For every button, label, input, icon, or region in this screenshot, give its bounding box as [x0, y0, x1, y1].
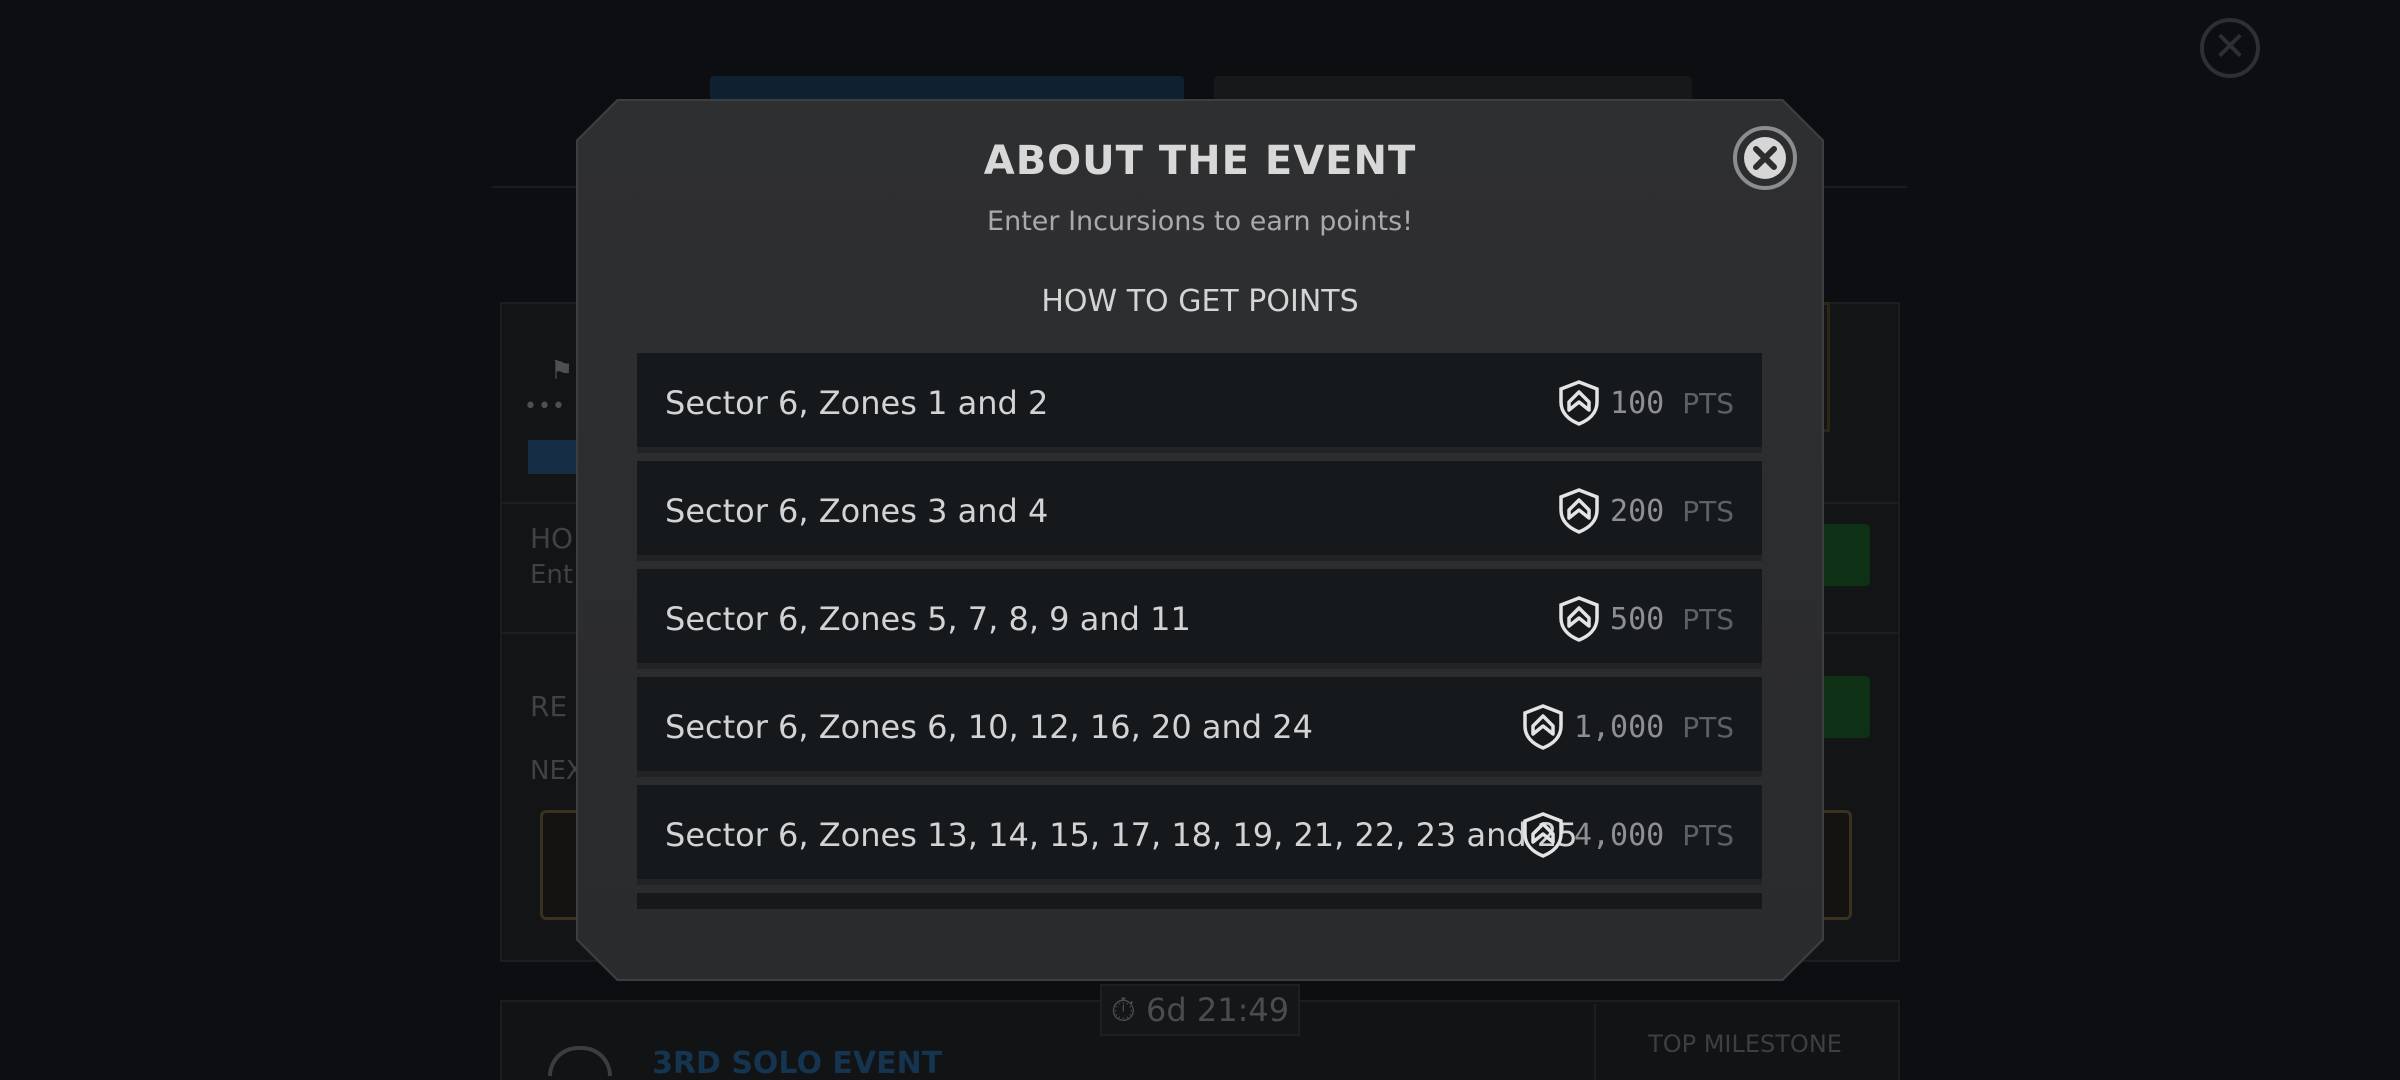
background-reward-left	[540, 810, 580, 920]
points-value: 100 PTS	[1558, 353, 1734, 453]
background-timer: ⏱ 6d 21:49	[1100, 984, 1300, 1036]
background-heading: HO	[530, 522, 574, 555]
points-number: 100	[1610, 385, 1665, 421]
list-item[interactable]: Sector 6, Zones 5, 7, 8, 9 and 11 500 PTS	[637, 569, 1762, 669]
points-suffix: PTS	[1682, 710, 1734, 744]
shield-icon	[1522, 704, 1564, 750]
points-value: 500 PTS	[1558, 569, 1734, 669]
background-rewards-label: RE	[530, 690, 568, 723]
points-number: 500	[1610, 601, 1665, 637]
points-number: 200	[1610, 493, 1665, 529]
timer-value: 6d 21:49	[1146, 991, 1290, 1029]
list-item[interactable]: Sector 6, Zones 1 and 2 100 PTS	[637, 353, 1762, 453]
points-suffix: PTS	[1682, 818, 1734, 852]
points-suffix: PTS	[1682, 602, 1734, 636]
zone-label: Sector 6, Zones 1 and 2	[665, 384, 1049, 422]
section-heading: HOW TO GET POINTS	[1041, 284, 1359, 319]
flag-icon: ⚑	[550, 356, 574, 386]
points-value: 1,000 PTS	[1522, 677, 1734, 777]
modal-subtitle: Enter Incursions to earn points!	[987, 206, 1413, 237]
more-icon: •••	[524, 394, 566, 419]
points-value: 200 PTS	[1558, 461, 1734, 561]
zone-label: Sector 6, Zones 5, 7, 8, 9 and 11	[665, 600, 1191, 638]
list-item[interactable]: Sector 6, Zones 3 and 4 200 PTS	[637, 461, 1762, 561]
background-milestone-label: TOP MILESTONE	[1648, 1030, 1842, 1058]
close-circle-icon	[1744, 137, 1786, 179]
game-screen: ✕ ⚑ ••• HO Ent RE NEX 3RD SOLO EVENT TOP…	[0, 0, 2400, 1080]
background-subtext: Ent	[530, 560, 574, 590]
background-next-label: NEX	[530, 756, 584, 786]
background-event-name: 3RD SOLO EVENT	[652, 1046, 943, 1080]
points-number: 1,000	[1573, 709, 1665, 745]
points-value: 4,000 PTS	[1522, 785, 1734, 885]
points-suffix: PTS	[1682, 494, 1734, 528]
shield-icon	[1558, 596, 1600, 642]
background-close-icon: ✕	[2200, 18, 2260, 78]
shield-icon	[1522, 812, 1564, 858]
list-item[interactable]: Sector 6, Zones 6, 10, 12, 16, 20 and 24…	[637, 677, 1762, 777]
list-item[interactable]	[637, 893, 1762, 909]
close-button[interactable]	[1733, 126, 1797, 190]
shield-icon	[1558, 380, 1600, 426]
points-suffix: PTS	[1682, 386, 1734, 420]
zone-label: Sector 6, Zones 3 and 4	[665, 492, 1049, 530]
points-number: 4,000	[1573, 817, 1665, 853]
shield-icon	[1558, 488, 1600, 534]
zone-label: Sector 6, Zones 13, 14, 15, 17, 18, 19, …	[665, 816, 1578, 854]
points-list[interactable]: Sector 6, Zones 1 and 2 100 PTS Sector 6, Z…	[637, 353, 1762, 909]
list-item[interactable]: Sector 6, Zones 13, 14, 15, 17, 18, 19, …	[637, 785, 1762, 885]
zone-label: Sector 6, Zones 6, 10, 12, 16, 20 and 24	[665, 708, 1313, 746]
modal-title: ABOUT THE EVENT	[983, 138, 1417, 184]
